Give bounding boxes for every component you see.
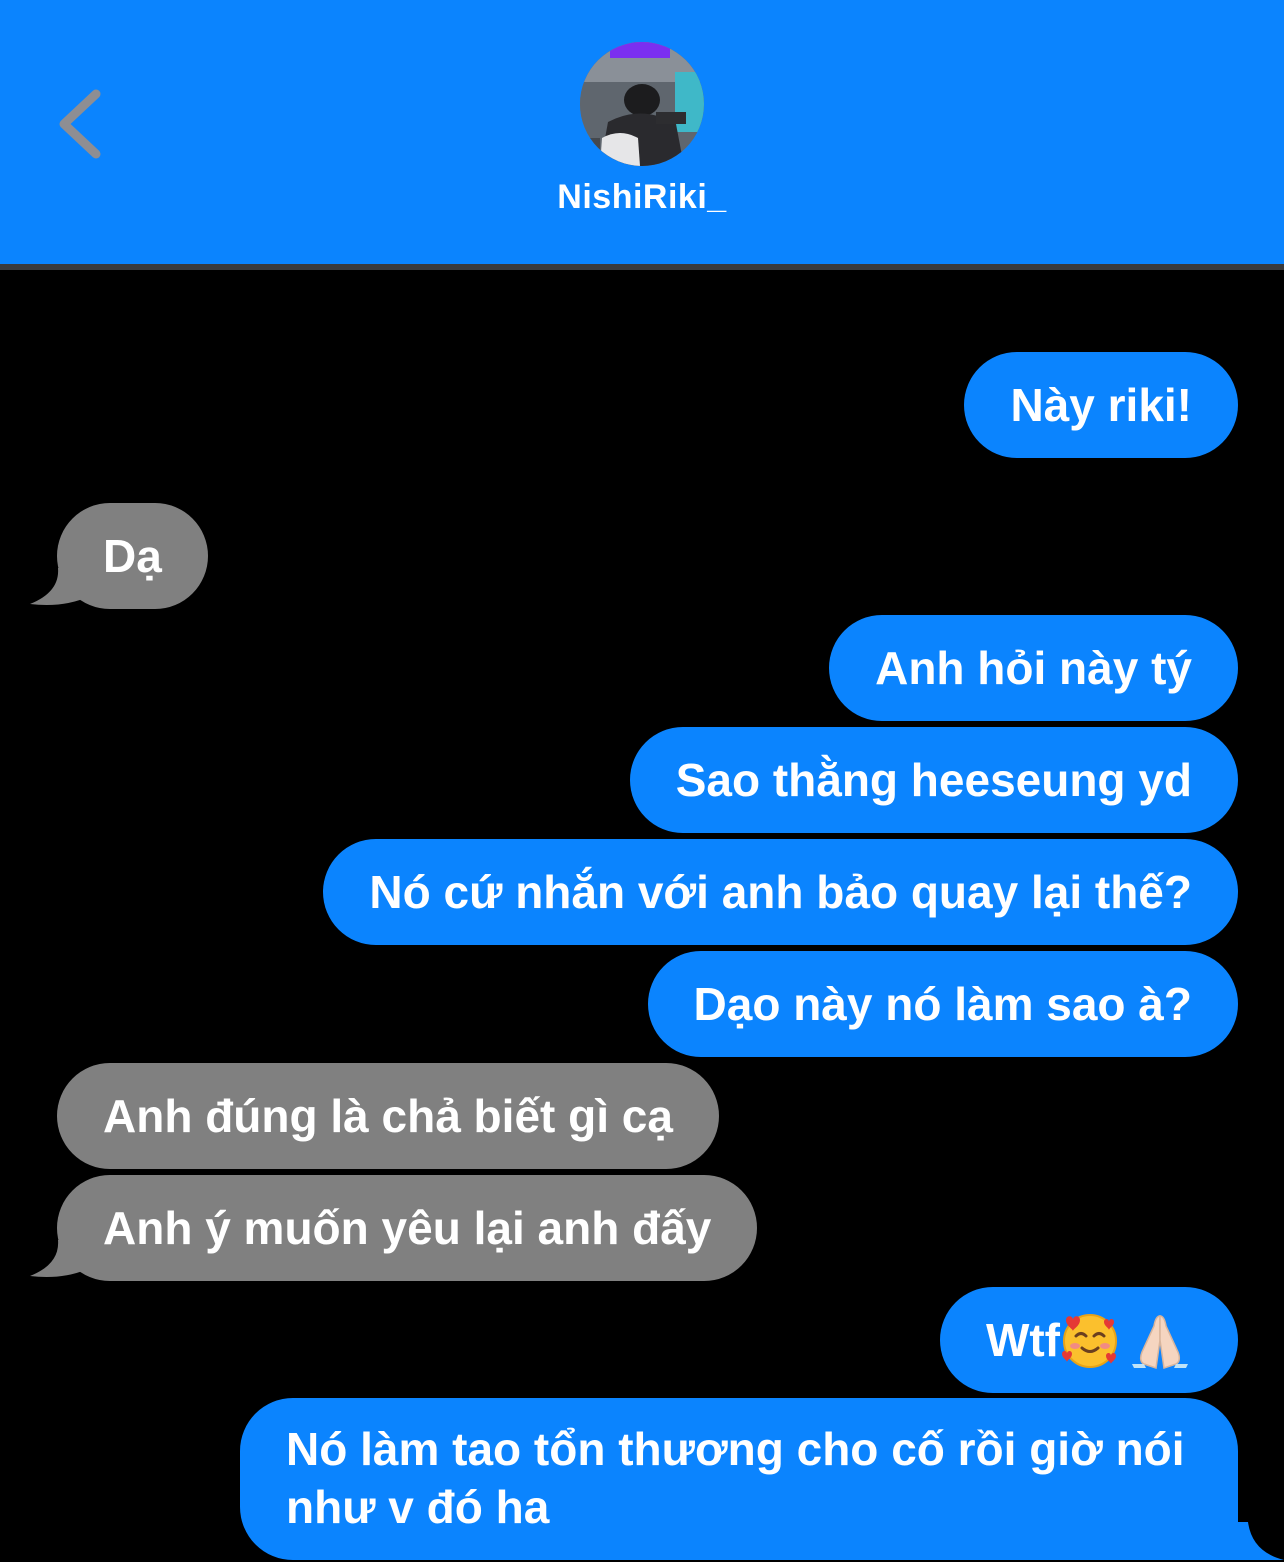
bubble-tail-sent <box>1238 1522 1284 1562</box>
message-text: Dạ <box>103 530 162 582</box>
message-text: Dạo này nó làm sao à? <box>693 978 1192 1030</box>
message-bubble-sent[interactable]: Này riki! <box>964 352 1238 458</box>
message-text: Nó cứ nhắn với anh bảo quay lại thế? <box>369 866 1192 918</box>
message-text: Wtf <box>985 1314 1060 1366</box>
contact-avatar[interactable] <box>580 42 704 166</box>
message-bubble-sent[interactable]: Sao thằng heeseung yd <box>629 727 1238 833</box>
contact-name[interactable]: NishiRiki_ <box>442 178 842 217</box>
bubble-tail-received <box>30 1240 90 1280</box>
back-button[interactable] <box>40 80 120 170</box>
message-text: Này riki! <box>1010 379 1192 431</box>
message-bubble-sent[interactable]: Wtf <box>939 1287 1238 1393</box>
message-text: Sao thằng heeseung yd <box>675 754 1192 806</box>
chevron-left-icon <box>59 89 101 159</box>
bubble-tail-received <box>30 568 90 608</box>
message-text: Nó làm tao tổn thương cho cố rồi giờ nói… <box>286 1423 1185 1533</box>
folded-hands-emoji <box>1132 1315 1188 1369</box>
message-bubble-received[interactable]: Anh đúng là chả biết gì cạ <box>57 1063 719 1169</box>
message-bubble-sent[interactable]: Nó cứ nhắn với anh bảo quay lại thế? <box>323 839 1238 945</box>
message-text: Anh hỏi này tý <box>875 642 1192 694</box>
message-bubble-received[interactable]: Anh ý muốn yêu lại anh đấy <box>57 1175 758 1281</box>
message-bubble-sent[interactable]: Dạo này nó làm sao à? <box>647 951 1238 1057</box>
message-text: Anh đúng là chả biết gì cạ <box>103 1090 673 1142</box>
avatar-photo <box>580 42 704 166</box>
message-text: Anh ý muốn yêu lại anh đấy <box>103 1202 712 1254</box>
header-divider <box>0 264 1284 270</box>
message-bubble-sent[interactable]: Nó làm tao tổn thương cho cố rồi giờ nói… <box>240 1398 1238 1560</box>
chat-header: NishiRiki_ <box>0 0 1284 264</box>
smiling-face-with-hearts-emoji <box>1062 1313 1117 1368</box>
message-bubble-sent[interactable]: Anh hỏi này tý <box>829 615 1238 721</box>
